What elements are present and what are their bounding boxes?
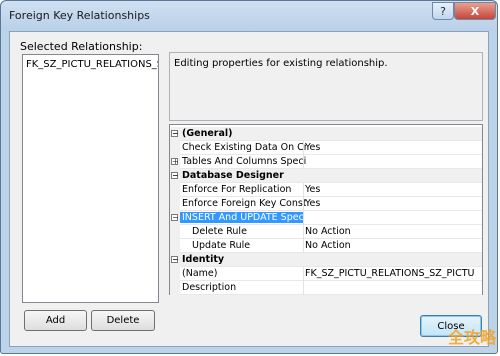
property-name: Enforce Foreign Key Constra xyxy=(182,198,306,209)
row-gutter xyxy=(170,281,180,295)
column-separator xyxy=(303,281,304,295)
property-name: (General) xyxy=(182,128,233,139)
column-separator xyxy=(303,197,304,211)
column-separator xyxy=(303,155,304,169)
help-icon: ? xyxy=(440,4,446,18)
property-name: Database Designer xyxy=(182,170,284,181)
property-row[interactable]: (Name) FK_SZ_PICTU_RELATIONS_SZ_PICTU xyxy=(170,267,482,281)
property-row[interactable]: Check Existing Data On Cre Yes xyxy=(170,141,482,155)
property-category-row[interactable]: − Identity xyxy=(170,253,482,267)
dialog-body: Selected Relationship: FK_SZ_PICTU_RELAT… xyxy=(9,31,489,347)
property-name: Update Rule xyxy=(192,240,251,251)
add-button-label: Add xyxy=(45,315,66,326)
property-value[interactable]: Yes xyxy=(305,142,481,153)
delete-button-label: Delete xyxy=(106,315,140,326)
add-button[interactable]: Add xyxy=(24,310,87,331)
expand-icon[interactable]: + xyxy=(171,158,179,166)
property-name: Check Existing Data On Cre xyxy=(182,142,306,153)
relationship-list[interactable]: FK_SZ_PICTU_RELATIONS_SZ_P xyxy=(22,54,159,303)
help-button[interactable]: ? xyxy=(432,2,454,20)
property-value[interactable]: No Action xyxy=(305,240,481,251)
property-name: Identity xyxy=(182,254,225,265)
property-name: INSERT And UPDATE Specifi xyxy=(180,212,303,223)
property-name: (Name) xyxy=(182,268,218,279)
property-name: Enforce For Replication xyxy=(182,184,292,195)
watermark-logo: 全攻略 xyxy=(448,328,497,347)
row-gutter xyxy=(170,239,180,253)
delete-button[interactable]: Delete xyxy=(91,310,155,331)
collapse-icon[interactable]: − xyxy=(171,256,179,264)
property-row[interactable]: − INSERT And UPDATE Specifi xyxy=(170,211,482,225)
property-row[interactable]: + Tables And Columns Specifi xyxy=(170,155,482,169)
property-name: Description xyxy=(182,282,237,293)
property-value[interactable]: No Action xyxy=(305,226,481,237)
property-row[interactable]: Enforce For Replication Yes xyxy=(170,183,482,197)
property-value[interactable]: Yes xyxy=(305,198,481,209)
property-grid[interactable]: − (General) Check Existing Data On Cre Yes +… xyxy=(169,124,483,295)
property-name: Tables And Columns Specifi xyxy=(182,156,306,167)
close-icon: X xyxy=(470,4,480,18)
description-box: Editing properties for existing relation… xyxy=(169,52,483,121)
property-row[interactable]: Update Rule No Action xyxy=(170,239,482,253)
collapse-icon[interactable]: − xyxy=(171,130,179,138)
description-text: Editing properties for existing relation… xyxy=(174,58,388,69)
foreign-key-relationships-dialog: Foreign Key Relationships ? X Selected R… xyxy=(0,0,498,354)
relationship-list-item[interactable]: FK_SZ_PICTU_RELATIONS_SZ_P xyxy=(26,59,158,70)
row-gutter xyxy=(170,183,180,197)
collapse-icon[interactable]: − xyxy=(171,172,179,180)
row-gutter xyxy=(170,197,180,211)
property-name: Delete Rule xyxy=(192,226,247,237)
property-category-row[interactable]: − (General) xyxy=(170,127,482,141)
window-close-button[interactable]: X xyxy=(454,2,496,20)
property-row[interactable]: Description xyxy=(170,281,482,295)
column-separator xyxy=(303,211,304,225)
property-row[interactable]: Enforce Foreign Key Constra Yes xyxy=(170,197,482,211)
window-title: Foreign Key Relationships xyxy=(9,9,150,22)
property-value[interactable]: Yes xyxy=(305,184,481,195)
column-separator xyxy=(303,239,304,253)
selected-relationship-label: Selected Relationship: xyxy=(20,40,143,53)
column-separator xyxy=(303,225,304,239)
row-gutter xyxy=(170,141,180,155)
row-gutter xyxy=(170,225,180,239)
row-gutter xyxy=(170,267,180,281)
collapse-icon[interactable]: − xyxy=(171,214,179,222)
property-value[interactable]: FK_SZ_PICTU_RELATIONS_SZ_PICTU xyxy=(305,268,481,279)
column-separator xyxy=(303,141,304,155)
column-separator xyxy=(303,183,304,197)
property-row[interactable]: Delete Rule No Action xyxy=(170,225,482,239)
title-bar: Foreign Key Relationships ? X xyxy=(1,1,497,31)
column-separator xyxy=(303,267,304,281)
property-category-row[interactable]: − Database Designer xyxy=(170,169,482,183)
